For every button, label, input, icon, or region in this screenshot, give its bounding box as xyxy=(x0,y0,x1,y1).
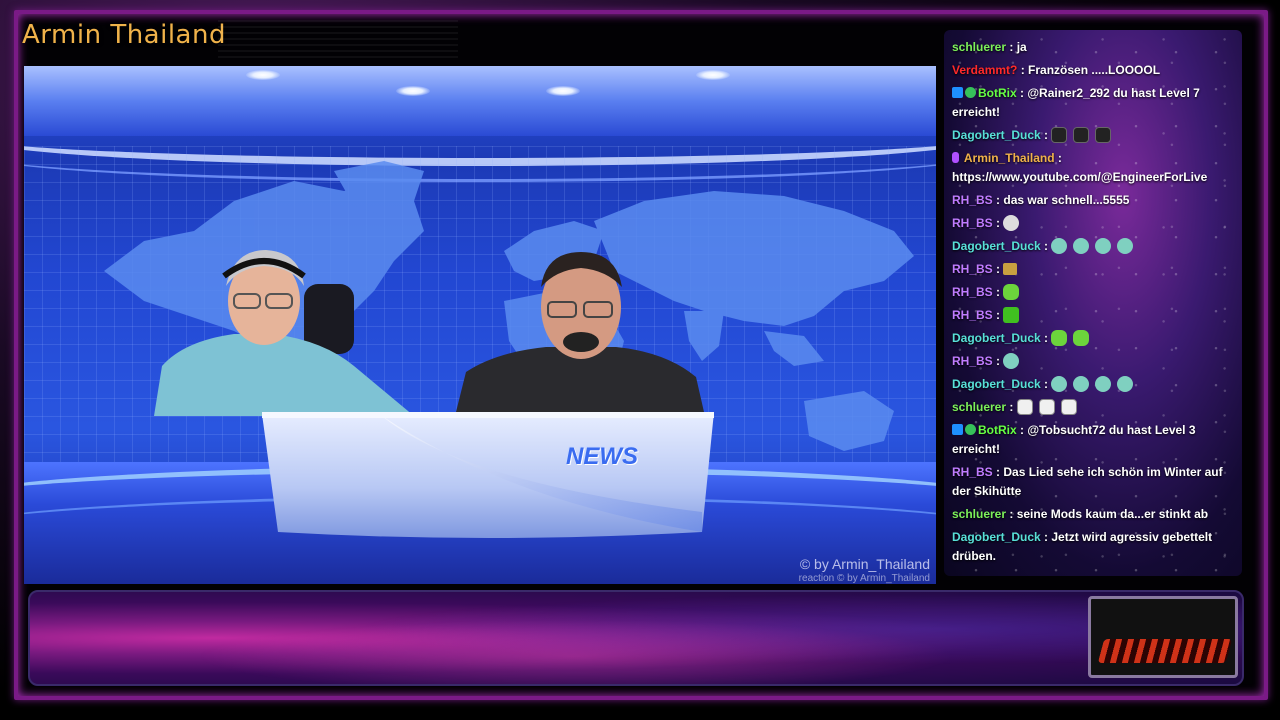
wizard-emote-icon xyxy=(1051,376,1068,392)
chat-message: Dagobert_Duck : Jetzt wird agressiv gebe… xyxy=(950,526,1238,568)
chat-username[interactable]: RH_BS xyxy=(952,308,993,322)
chat-text: : xyxy=(1044,377,1049,391)
chat-text: : Französen .....LOOOOL xyxy=(1020,63,1161,77)
verified-badge-icon xyxy=(965,424,976,435)
chat-text: : das war schnell...5555 xyxy=(996,193,1130,207)
skull-emote-icon xyxy=(1003,215,1020,231)
frog-emote-icon xyxy=(1073,330,1090,346)
chat-text: : xyxy=(1044,331,1049,345)
chat-username[interactable]: Armin_Thailand xyxy=(964,151,1055,165)
chat-username[interactable]: Verdammt? xyxy=(952,63,1017,77)
video-watermark: © by Armin_Thailand xyxy=(799,556,930,572)
chat-text: : xyxy=(1057,151,1062,165)
wizard-emote-icon xyxy=(1095,238,1112,254)
chat-message: Dagobert_Duck : xyxy=(950,373,1238,396)
wizard-emote-icon xyxy=(1117,238,1134,254)
chat-text: : xyxy=(996,262,1001,276)
chat-panel[interactable]: schluerer : ja Verdammt? : Französen ...… xyxy=(944,30,1242,576)
chat-message: BotRix : @Rainer2_292 du hast Level 7 er… xyxy=(950,82,1238,124)
chat-text: : xyxy=(1044,128,1049,142)
chat-message: schluerer : xyxy=(950,396,1238,419)
chat-text: : xyxy=(996,354,1001,368)
wizard-emote-icon xyxy=(1073,238,1090,254)
wizard-emote-icon xyxy=(1117,376,1134,392)
chat-username[interactable]: schluerer xyxy=(952,400,1006,414)
chat-message: RH_BS : xyxy=(950,281,1238,304)
chat-message: Dagobert_Duck : xyxy=(950,327,1238,350)
chat-message: RH_BS : xyxy=(950,212,1238,235)
chat-username[interactable]: schluerer xyxy=(952,507,1006,521)
chat-text: : xyxy=(996,216,1001,230)
chat-text: : ja xyxy=(1009,40,1027,54)
speaker-emote-icon xyxy=(1095,127,1112,143)
hand-emote-icon xyxy=(1016,399,1033,415)
chat-username[interactable]: Dagobert_Duck xyxy=(952,377,1041,391)
mail-emote-icon xyxy=(1003,263,1018,275)
webcam-thumbnail xyxy=(1088,596,1238,678)
chat-message: Verdammt? : Französen .....LOOOOL xyxy=(950,59,1238,82)
chat-message: Dagobert_Duck : xyxy=(950,235,1238,258)
news-desk xyxy=(262,412,714,538)
verified-badge-icon xyxy=(965,87,976,98)
chat-text: : xyxy=(1044,239,1049,253)
video-player[interactable]: NEWS © by Armin_Thailand reaction © by A… xyxy=(24,66,936,584)
chat-message: RH_BS : xyxy=(950,304,1238,327)
chat-text: : xyxy=(996,308,1001,322)
chat-message: RH_BS : Das Lied sehe ich schön im Winte… xyxy=(950,461,1238,503)
chat-link[interactable]: https://www.youtube.com/@EngineerForLive xyxy=(952,170,1207,184)
chat-text: : Das Lied sehe ich schön im Winter auf … xyxy=(952,465,1223,498)
ceiling-light xyxy=(396,86,430,96)
chat-message: Armin_Thailand : https://www.youtube.com/… xyxy=(950,147,1238,189)
chat-username[interactable]: RH_BS xyxy=(952,262,993,276)
frog-emote-icon xyxy=(1003,284,1020,300)
chat-username[interactable]: Dagobert_Duck xyxy=(952,530,1041,544)
broadcaster-badge-icon xyxy=(952,152,959,163)
moderator-badge-icon xyxy=(952,87,963,98)
bottom-banner xyxy=(28,590,1244,686)
chat-username[interactable]: Dagobert_Duck xyxy=(952,331,1041,345)
chat-message: RH_BS : xyxy=(950,350,1238,373)
chat-message: schluerer : seine Mods kaum da...er stin… xyxy=(950,503,1238,526)
thumbnail-lights xyxy=(1097,639,1233,663)
wizard-emote-icon xyxy=(1073,376,1090,392)
video-watermark-small: reaction © by Armin_Thailand xyxy=(798,573,930,584)
wizard-emote-icon xyxy=(1051,238,1068,254)
chat-username[interactable]: BotRix xyxy=(978,423,1017,437)
chat-message: BotRix : @Tobsucht72 du hast Level 3 err… xyxy=(950,419,1238,461)
desk-sign: NEWS xyxy=(566,443,638,470)
speaker-emote-icon xyxy=(1073,127,1090,143)
chat-username[interactable]: RH_BS xyxy=(952,193,993,207)
speaker-emote-icon xyxy=(1051,127,1068,143)
chat-username[interactable]: BotRix xyxy=(978,86,1017,100)
moderator-badge-icon xyxy=(952,424,963,435)
hand-emote-icon xyxy=(1038,399,1055,415)
chat-message: RH_BS : das war schnell...5555 xyxy=(950,189,1238,212)
hand-emote-icon xyxy=(1060,399,1077,415)
chat-username[interactable]: schluerer xyxy=(952,40,1006,54)
person-right xyxy=(456,252,704,412)
chat-username[interactable]: Dagobert_Duck xyxy=(952,239,1041,253)
chat-username[interactable]: RH_BS xyxy=(952,354,993,368)
chat-message: schluerer : ja xyxy=(950,36,1238,59)
frog-emote-icon xyxy=(1003,307,1020,323)
chat-text: : xyxy=(996,285,1001,299)
person-left xyxy=(154,250,414,416)
ceiling-light xyxy=(546,86,580,96)
chat-username[interactable]: Dagobert_Duck xyxy=(952,128,1041,142)
chat-text: : seine Mods kaum da...er stinkt ab xyxy=(1009,507,1209,521)
title-decoration xyxy=(218,18,458,58)
channel-title: Armin Thailand xyxy=(22,20,226,50)
ceiling-light xyxy=(696,70,730,80)
wizard-emote-icon xyxy=(1003,353,1020,369)
ceiling-light xyxy=(246,70,280,80)
chat-message: RH_BS : xyxy=(950,258,1238,281)
chat-username[interactable]: RH_BS xyxy=(952,465,993,479)
chat-username[interactable]: RH_BS xyxy=(952,285,993,299)
chat-username[interactable]: RH_BS xyxy=(952,216,993,230)
chat-message: Dagobert_Duck : xyxy=(950,124,1238,147)
frog-emote-icon xyxy=(1051,330,1068,346)
wizard-emote-icon xyxy=(1095,376,1112,392)
chat-text: : xyxy=(1009,400,1014,414)
